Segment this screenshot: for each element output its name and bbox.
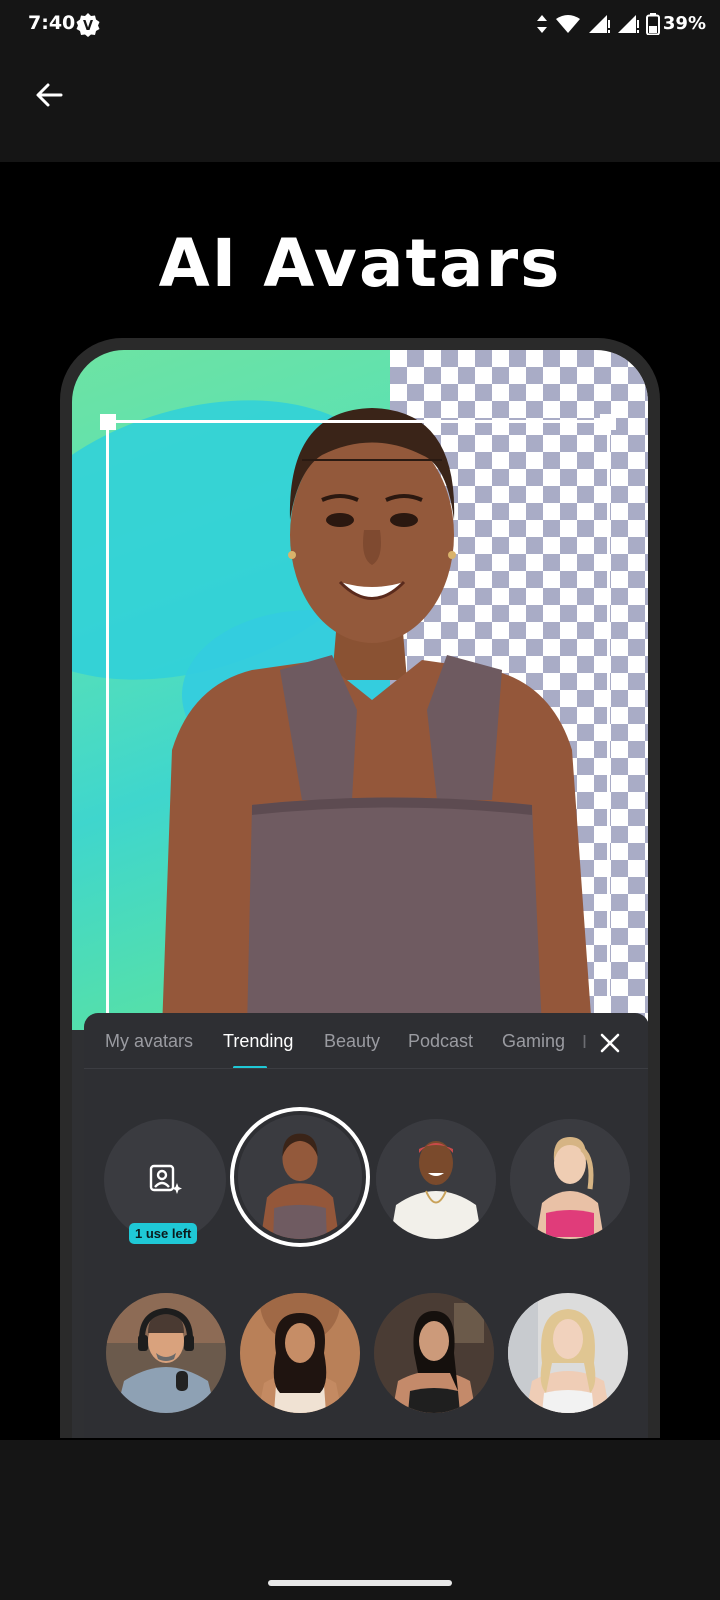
add-avatar-icon (149, 1164, 182, 1194)
avatar-option[interactable] (106, 1293, 226, 1413)
selection-frame[interactable] (100, 414, 616, 1040)
avatar-thumbnail (238, 1115, 362, 1239)
tab-trending[interactable]: Trending (223, 1031, 293, 1052)
avatar-thumbnail (106, 1293, 226, 1413)
avatar-thumbnail (376, 1119, 496, 1239)
avatar-option[interactable] (374, 1293, 494, 1413)
wifi-icon (556, 15, 580, 33)
avatar-thumbnail (508, 1293, 628, 1413)
status-bar: 7:40 V 39% (0, 0, 720, 50)
tab-podcast[interactable]: Podcast (408, 1031, 473, 1052)
avatar-thumbnail (374, 1293, 494, 1413)
data-arrows-icon (537, 15, 547, 33)
avatar-option[interactable] (234, 1111, 366, 1243)
signal-icon (589, 15, 610, 33)
avatar-thumbnail (240, 1293, 360, 1413)
system-nav-bar (0, 1440, 720, 1600)
tab-my-avatars[interactable]: My avatars (105, 1031, 193, 1052)
active-tab-indicator (233, 1066, 267, 1068)
tab-gaming[interactable]: Gaming (502, 1031, 565, 1052)
avatar-option[interactable] (508, 1293, 628, 1413)
avatar-option[interactable] (376, 1119, 496, 1239)
resize-handle[interactable] (100, 414, 116, 430)
category-tabs: My avatars Trending Beauty Podcast Gamin… (84, 1013, 648, 1069)
status-time: 7:40 (28, 12, 76, 34)
verified-badge-icon: V (76, 13, 100, 37)
signal-icon (618, 15, 639, 33)
avatar-thumbnail (510, 1119, 630, 1239)
app-bar (0, 50, 720, 162)
phone-mockup: My avatars Trending Beauty Podcast Gamin… (60, 338, 660, 1438)
resize-handle[interactable] (600, 414, 616, 430)
tab-overflow: I (582, 1032, 588, 1052)
page-title: AI Avatars (158, 225, 562, 302)
avatar-picker-sheet: My avatars Trending Beauty Podcast Gamin… (84, 1013, 648, 1438)
battery-icon (646, 13, 660, 35)
close-button[interactable] (592, 1025, 628, 1061)
tab-beauty[interactable]: Beauty (324, 1031, 380, 1052)
avatar-option[interactable] (510, 1119, 630, 1239)
phone-screen: My avatars Trending Beauty Podcast Gamin… (72, 350, 648, 1438)
close-icon (600, 1033, 620, 1053)
svg-text:V: V (83, 19, 93, 34)
avatar-option[interactable] (240, 1293, 360, 1413)
home-indicator[interactable] (268, 1580, 452, 1586)
back-button[interactable] (26, 72, 72, 118)
uses-left-badge: 1 use left (129, 1223, 198, 1244)
battery-percent: 39% (662, 13, 706, 34)
arrow-left-icon (36, 83, 63, 107)
